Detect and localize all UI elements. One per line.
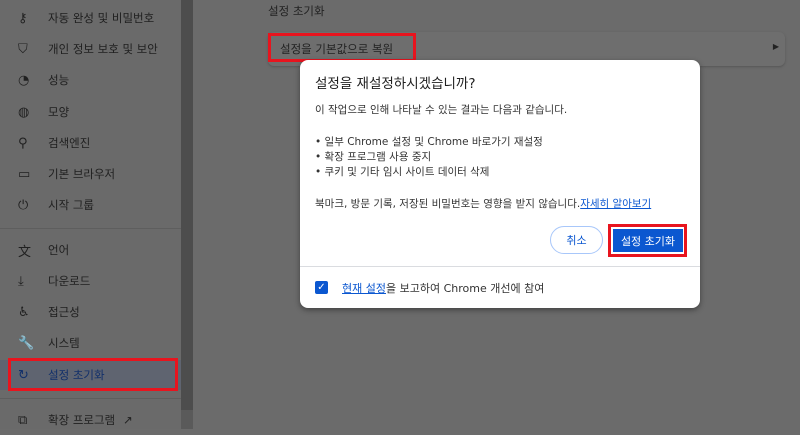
bullet-item: • 쿠키 및 기타 임시 사이트 데이터 삭제 xyxy=(315,166,490,178)
sidebar-item-4[interactable]: ⚲ 검색엔진 xyxy=(0,128,181,158)
sidebar-item-7[interactable]: 文 언어 xyxy=(0,235,181,265)
accessibility-icon: ♿ xyxy=(18,304,30,320)
power-icon: ⏻ xyxy=(18,197,29,213)
key-icon: ⚷ xyxy=(18,10,28,26)
dialog-title: 설정을 재설정하시겠습니까? xyxy=(315,76,476,92)
sidebar-item-label: 자동 완성 및 비밀번호 xyxy=(48,11,155,25)
dialog-note: 북마크, 방문 기록, 저장된 비밀번호는 영향을 받지 않습니다.자세히 알아… xyxy=(315,196,651,211)
dialog-intro: 이 작업으로 인해 나타날 수 있는 결과는 다음과 같습니다. xyxy=(315,104,568,116)
sidebar-item-label: 기본 브라우저 xyxy=(48,167,116,181)
sidebar-item-label: 다운로드 xyxy=(48,274,91,288)
sidebar-item-5[interactable]: ▭ 기본 브라우저 xyxy=(0,159,181,189)
bullet-item: • 확장 프로그램 사용 중지 xyxy=(315,151,432,163)
sidebar-item-label: 모양 xyxy=(48,105,70,119)
report-checkbox[interactable]: ✓ xyxy=(315,281,328,294)
dialog-divider xyxy=(300,266,700,267)
sidebar-item-label: 언어 xyxy=(48,243,70,257)
section-title: 설정 초기화 xyxy=(268,4,325,18)
speedometer-icon: ◔ xyxy=(18,72,30,88)
current-settings-link[interactable]: 현재 설정 xyxy=(342,282,386,295)
highlight-box xyxy=(268,33,416,62)
highlight-box xyxy=(8,358,178,391)
browser-icon: ▭ xyxy=(18,166,31,182)
shield-icon: ⛉ xyxy=(18,41,28,57)
sidebar-item-label: 접근성 xyxy=(48,305,80,319)
sidebar-item-label: 성능 xyxy=(48,73,70,87)
bullet-item: • 일부 Chrome 설정 및 Chrome 바로가기 재설정 xyxy=(315,136,543,148)
sidebar-item-1[interactable]: ⛉ 개인 정보 보호 및 보안 xyxy=(0,34,181,64)
highlight-box xyxy=(608,224,687,257)
extension-icon: ⧉ xyxy=(18,412,28,428)
sidebar-item-10[interactable]: 🔧 시스템 xyxy=(0,328,181,358)
download-icon: ⤓ xyxy=(18,273,24,289)
wrench-icon: 🔧 xyxy=(18,335,35,351)
sidebar-item-6[interactable]: ⏻ 시작 그룹 xyxy=(0,190,181,220)
reset-dialog: 설정을 재설정하시겠습니까? 이 작업으로 인해 나타날 수 있는 결과는 다음… xyxy=(300,60,700,308)
checkbox-text: 을 보고하여 Chrome 개선에 참여 xyxy=(385,282,545,295)
sidebar-item-9[interactable]: ♿ 접근성 xyxy=(0,297,181,327)
sidebar-item-label: 개인 정보 보호 및 보안 xyxy=(48,42,158,56)
cancel-button[interactable]: 취소 xyxy=(550,226,603,254)
translate-icon: 文 xyxy=(18,244,32,260)
sidebar-divider xyxy=(0,398,181,399)
sidebar-divider xyxy=(0,228,181,229)
learn-more-link[interactable]: 자세히 알아보기 xyxy=(580,198,651,210)
sidebar-item-label: 확장 프로그램 xyxy=(48,413,116,427)
sidebar-item-label: 검색엔진 xyxy=(48,136,91,150)
sidebar-item-12[interactable]: ⧉ 확장 프로그램 ↗ xyxy=(0,405,181,435)
scrollbar-thumb[interactable] xyxy=(181,0,193,410)
search-icon: ⚲ xyxy=(18,135,28,151)
sidebar-item-3[interactable]: ◍ 모양 xyxy=(0,97,181,127)
sidebar-item-0[interactable]: ⚷ 자동 완성 및 비밀번호 xyxy=(0,3,181,33)
sidebar-item-2[interactable]: ◔ 성능 xyxy=(0,65,181,95)
note-text: 북마크, 방문 기록, 저장된 비밀번호는 영향을 받지 않습니다. xyxy=(315,198,581,210)
palette-icon: ◍ xyxy=(18,104,30,120)
sidebar-item-label: 시작 그룹 xyxy=(48,198,94,212)
report-checkbox-label: 현재 설정을 보고하여 Chrome 개선에 참여 xyxy=(342,280,544,296)
external-link-icon: ↗ xyxy=(123,413,133,427)
chevron-right-icon: ▶ xyxy=(772,42,779,51)
sidebar-item-8[interactable]: ⤓ 다운로드 xyxy=(0,266,181,296)
check-icon: ✓ xyxy=(317,282,326,293)
sidebar-item-label: 시스템 xyxy=(48,336,80,350)
